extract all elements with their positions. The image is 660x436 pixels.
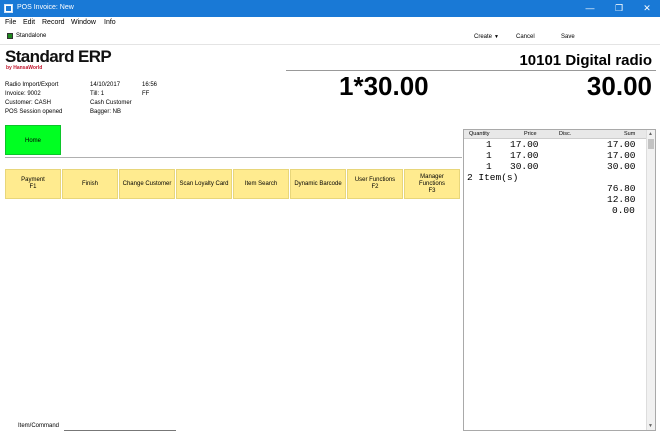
- standalone-status-icon: [7, 33, 13, 39]
- user-functions-button[interactable]: User Functions F2: [347, 169, 403, 199]
- row-qty: 1: [486, 150, 492, 161]
- menu-info[interactable]: Info: [104, 19, 116, 26]
- invoice-time: 16:56: [142, 82, 158, 88]
- till-number: Till: 1: [90, 91, 105, 97]
- save-button[interactable]: Save: [561, 34, 575, 40]
- menu-window[interactable]: Window: [71, 19, 96, 26]
- row-qty: 1: [486, 139, 492, 150]
- scroll-down-icon[interactable]: ▼: [648, 423, 653, 429]
- title-bar: POS Invoice: New — ❐ ✕: [0, 0, 660, 17]
- till-code: FF: [142, 91, 150, 97]
- header-price: Price: [524, 131, 537, 137]
- line-total-display: 30.00: [586, 71, 652, 101]
- quantity-price-display: 1*30.00: [339, 71, 429, 101]
- row-sum: 17.00: [607, 150, 636, 161]
- customer-name: Cash Customer: [90, 100, 132, 106]
- logo-brand: Standard ERP: [5, 47, 112, 66]
- maximize-button[interactable]: ❐: [605, 0, 633, 17]
- minimize-button[interactable]: —: [576, 0, 604, 17]
- row-sum: 30.00: [607, 161, 636, 172]
- receipt-scrollbar[interactable]: ▲ ▼: [646, 130, 655, 430]
- row-qty: 1: [486, 161, 492, 172]
- scroll-up-icon[interactable]: ▲: [648, 131, 653, 137]
- manager-functions-button[interactable]: Manager Functions F3: [404, 169, 460, 199]
- row-price: 17.00: [510, 139, 539, 150]
- scan-loyalty-card-button[interactable]: Scan Loyalty Card: [176, 169, 232, 199]
- toolbar: Standalone Create ▼ Cancel Save: [0, 29, 660, 45]
- receipt-balance: 0.00: [612, 205, 635, 216]
- home-button[interactable]: Home: [5, 125, 61, 155]
- station-name: Radio Import/Export: [5, 82, 59, 88]
- receipt-tax: 12.80: [607, 194, 636, 205]
- invoice-number: Invoice: 9002: [5, 91, 41, 97]
- cancel-button[interactable]: Cancel: [516, 34, 535, 40]
- item-command-input[interactable]: [64, 422, 176, 431]
- header-quantity: Quantity: [469, 131, 490, 137]
- bagger: Bagger: NB: [90, 109, 122, 115]
- invoice-date: 14/10/2017: [90, 82, 121, 88]
- payment-button[interactable]: Payment F1: [5, 169, 61, 199]
- change-customer-button[interactable]: Change Customer: [119, 169, 175, 199]
- chevron-down-icon: ▼: [494, 34, 499, 40]
- receipt-header: Quantity Price Disc. Sum: [464, 130, 647, 139]
- finish-button[interactable]: Finish: [62, 169, 118, 199]
- menu-bar: File Edit Record Window Info: [0, 17, 660, 29]
- logo: Standard ERP by HansaWorld: [5, 47, 112, 72]
- header-sum: Sum: [624, 131, 636, 137]
- window-title: POS Invoice: New: [17, 4, 74, 11]
- create-button-label: Create: [474, 34, 493, 40]
- row-sum: 17.00: [607, 139, 636, 150]
- item-count: 2 Item(s): [467, 172, 519, 183]
- current-item-name: 10101 Digital radio: [519, 52, 652, 69]
- menu-record[interactable]: Record: [42, 19, 65, 26]
- button-area-divider: [5, 157, 462, 158]
- receipt-total: 76.80: [607, 183, 636, 194]
- menu-file[interactable]: File: [5, 19, 16, 26]
- scroll-thumb[interactable]: [648, 139, 654, 149]
- session-status: POS Session opened: [5, 109, 63, 115]
- header-disc: Disc.: [559, 131, 572, 137]
- receipt-panel[interactable]: Quantity Price Disc. Sum 1 17.00 17.00 1…: [463, 129, 656, 431]
- create-button[interactable]: Create ▼: [474, 34, 499, 40]
- customer-code: Customer: CASH: [5, 100, 52, 106]
- item-search-button[interactable]: Item Search: [233, 169, 289, 199]
- app-icon: [4, 4, 13, 13]
- row-price: 17.00: [510, 150, 539, 161]
- close-button[interactable]: ✕: [633, 0, 660, 17]
- menu-edit[interactable]: Edit: [23, 19, 35, 26]
- dynamic-barcode-button[interactable]: Dynamic Barcode: [290, 169, 346, 199]
- row-price: 30.00: [510, 161, 539, 172]
- logo-sub: by HansaWorld: [6, 65, 43, 71]
- item-command-label: Item/Command: [18, 423, 60, 429]
- standalone-label: Standalone: [16, 33, 47, 39]
